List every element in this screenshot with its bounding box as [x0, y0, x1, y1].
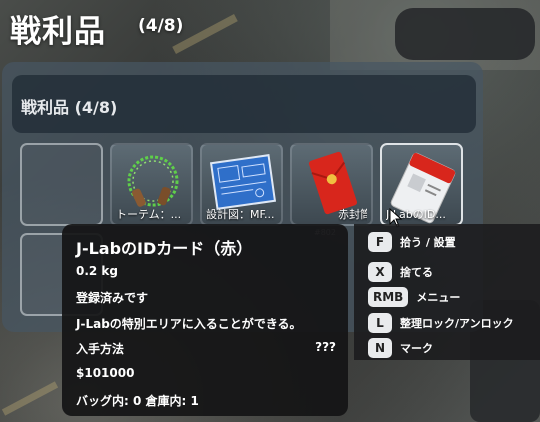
- action-label: メニュー: [416, 291, 461, 304]
- loot-count: (4/8): [138, 16, 184, 36]
- action-mark[interactable]: N マーク: [368, 338, 433, 358]
- loot-panel-title: 戦利品 (4/8): [21, 98, 118, 117]
- loot-panel-header: 戦利品 (4/8): [12, 75, 476, 133]
- action-label: マーク: [400, 342, 433, 355]
- background-car: [395, 8, 535, 60]
- action-label: 拾う / 設置: [400, 236, 456, 249]
- slot-label: 設計図：MF...: [206, 208, 275, 221]
- loot-slot-empty[interactable]: [20, 143, 103, 226]
- loot-slot-blueprint[interactable]: 設計図：MF...: [200, 143, 283, 226]
- slot-label: トーテム：...: [116, 208, 182, 221]
- item-price: $101000: [76, 366, 135, 380]
- item-name: J-LabのIDカード（赤）: [76, 239, 253, 258]
- item-tooltip: J-LabのIDカード（赤） 0.2 kg 登録済みです J-Labの特別エリア…: [62, 224, 348, 416]
- acquisition-label: 入手方法: [76, 342, 125, 356]
- key-n: N: [368, 338, 392, 358]
- parking-line: [1, 381, 59, 416]
- action-prompt-panel: F 拾う / 設置 X 捨てる RMB メニュー L 整理ロック/アンロック N…: [354, 224, 540, 360]
- item-weight: 0.2 kg: [76, 264, 119, 278]
- action-lock-toggle[interactable]: L 整理ロック/アンロック: [368, 313, 514, 333]
- key-l: L: [368, 313, 392, 333]
- action-discard[interactable]: X 捨てる: [368, 262, 433, 282]
- acquisition-value: ???: [315, 340, 336, 354]
- key-x: X: [368, 262, 392, 282]
- key-rmb: RMB: [368, 287, 409, 307]
- action-pickup[interactable]: F 拾う / 設置: [368, 232, 456, 252]
- action-menu[interactable]: RMB メニュー: [368, 287, 460, 307]
- action-label: 整理ロック/アンロック: [400, 317, 514, 330]
- action-label: 捨てる: [400, 266, 433, 279]
- item-status: 登録済みです: [76, 291, 149, 305]
- slot-label: 赤封筒: [338, 208, 367, 221]
- item-storage-count: バッグ内: 0 倉庫内: 1: [76, 394, 199, 408]
- loot-slot-totem[interactable]: トーテム：...: [110, 143, 193, 226]
- key-f: F: [368, 232, 392, 252]
- loot-slot-red-envelope[interactable]: 赤封筒: [290, 143, 373, 226]
- screen-title: 戦利品: [10, 14, 106, 50]
- item-description: J-Labの特別エリアに入ることができる。: [76, 317, 302, 331]
